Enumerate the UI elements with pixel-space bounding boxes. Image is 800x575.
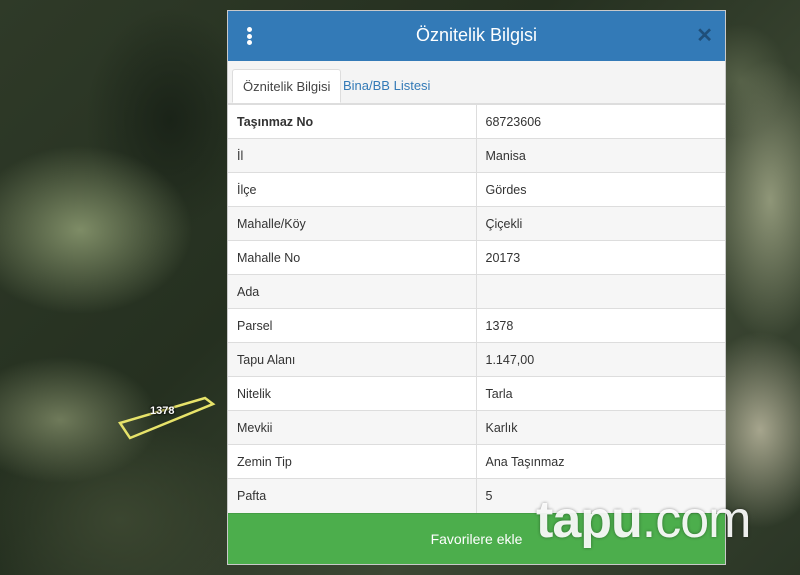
tab-attribute-info[interactable]: Öznitelik Bilgisi [232, 69, 342, 103]
table-row: İlçe Gördes [228, 172, 725, 207]
dialog-title: Öznitelik Bilgisi [415, 25, 538, 45]
dialog-header: Öznitelik Bilgisi ✕ [228, 11, 725, 61]
attribute-value: Çiçekli [476, 206, 725, 241]
table-row: Tapu Alanı 1.147,00 [228, 342, 725, 377]
attribute-key: Tapu Alanı [228, 342, 477, 377]
attribute-table: Taşınmaz No 68723606 İl Manisa İlçe Görd… [228, 104, 725, 513]
watermark-domain: .com [641, 491, 752, 549]
table-row: Parsel 1378 [228, 308, 725, 343]
attribute-key: İlçe [228, 172, 477, 207]
parcel-number-label: 1378 [150, 405, 175, 417]
table-row: Zemin Tip Ana Taşınmaz [228, 444, 725, 479]
watermark-brand: tapu [536, 491, 643, 549]
attribute-key: Nitelik [228, 376, 477, 411]
attribute-key: İl [228, 138, 477, 173]
table-row: İl Manisa [228, 138, 725, 173]
table-row: Nitelik Tarla [228, 376, 725, 411]
attribute-info-dialog: Öznitelik Bilgisi ✕ Öznitelik Bilgisi Bi… [227, 10, 726, 565]
attribute-value: Karlık [476, 410, 725, 445]
close-icon[interactable]: ✕ [696, 23, 713, 48]
attribute-key: Ada [228, 274, 477, 309]
tapu-com-watermark: tapu.com [536, 490, 752, 550]
table-row: Mahalle No 20173 [228, 240, 725, 275]
attribute-key: Mahalle No [228, 240, 477, 275]
attribute-key: Pafta [228, 478, 477, 513]
attribute-value [476, 274, 725, 309]
attribute-value: Gördes [476, 172, 725, 207]
attribute-value: Tarla [476, 376, 725, 411]
table-row: Mevkii Karlık [228, 410, 725, 445]
attribute-value: 1378 [476, 308, 725, 343]
tab-bar: Öznitelik Bilgisi Bina/BB Listesi [228, 61, 725, 104]
attribute-key: Mevkii [228, 410, 477, 445]
table-row: Ada [228, 274, 725, 309]
attribute-value: 68723606 [476, 104, 725, 139]
attribute-key: Parsel [228, 308, 477, 343]
attribute-key: Mahalle/Köy [228, 206, 477, 241]
attribute-value: 1.147,00 [476, 342, 725, 377]
tab-building-list[interactable]: Bina/BB Listesi [333, 69, 440, 103]
attribute-value: Manisa [476, 138, 725, 173]
table-row: Mahalle/Köy Çiçekli [228, 206, 725, 241]
attribute-value: Ana Taşınmaz [476, 444, 725, 479]
attribute-value: 20173 [476, 240, 725, 275]
attribute-key: Taşınmaz No [228, 104, 477, 139]
attribute-key: Zemin Tip [228, 444, 477, 479]
table-row: Taşınmaz No 68723606 [228, 104, 725, 139]
